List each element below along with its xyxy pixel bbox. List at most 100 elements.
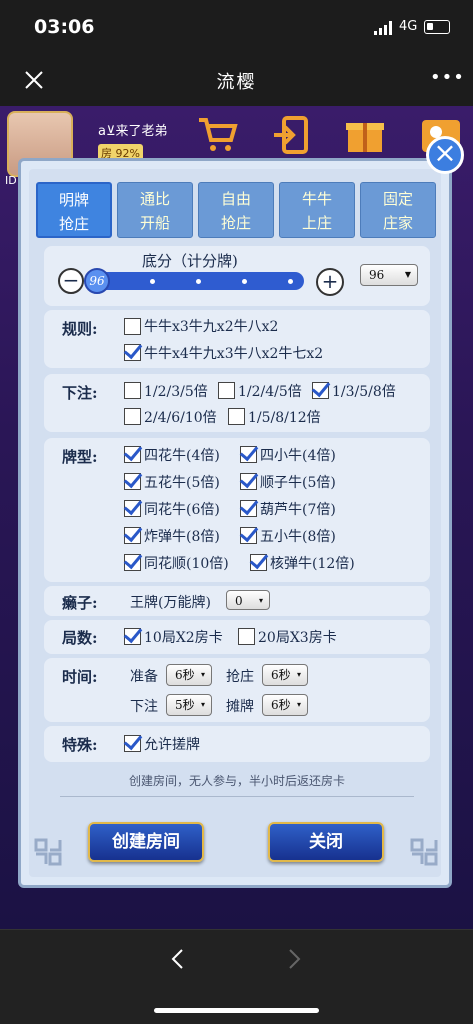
grab-select[interactable]: 6秒 ▾ xyxy=(262,664,308,686)
base-score-label: 底分（计分牌) xyxy=(142,252,238,270)
tab-label: 明牌 xyxy=(58,191,89,209)
cardtype-option: 五小牛(8倍) xyxy=(260,529,336,545)
divider xyxy=(60,796,414,799)
score-slider[interactable] xyxy=(86,272,304,290)
back-icon[interactable] xyxy=(168,948,188,970)
ready-label: 准备 xyxy=(130,669,158,685)
create-room-button[interactable]: 创建房间 xyxy=(88,822,204,862)
base-score-select[interactable]: 96 ▼ xyxy=(360,264,418,286)
cardtype-checkbox-6[interactable] xyxy=(240,500,257,517)
cardtype-checkbox-3[interactable] xyxy=(124,473,141,490)
rule-checkbox-2[interactable] xyxy=(124,344,141,361)
chevron-down-icon: ▼ xyxy=(404,270,411,279)
rounds-checkbox-1[interactable] xyxy=(124,628,141,645)
tab-tongbi[interactable]: 通比 开船 xyxy=(117,182,193,238)
tab-mingpai[interactable]: 明牌 抢庄 xyxy=(36,182,112,238)
bet-checkbox-5[interactable] xyxy=(228,408,245,425)
bet-row: 下注: 1/2/3/5倍 1/2/4/5倍 1/3/5/8倍 2/4/6/10倍… xyxy=(44,374,430,432)
bet-option-1: 1/2/3/5倍 xyxy=(144,384,208,400)
select-value: 0 xyxy=(235,594,243,608)
wild-text: 王牌(万能牌) xyxy=(130,595,211,611)
cardtype-checkbox-9[interactable] xyxy=(124,554,141,571)
dialog-close-button[interactable]: × xyxy=(426,136,464,174)
bet-option-4: 2/4/6/10倍 xyxy=(144,410,217,426)
tab-guding[interactable]: 固定 庄家 xyxy=(360,182,436,238)
gift-icon[interactable] xyxy=(344,114,386,156)
rule-checkbox-1[interactable] xyxy=(124,318,141,335)
bet-checkbox-4[interactable] xyxy=(124,408,141,425)
cardtype-checkbox-7[interactable] xyxy=(124,527,141,544)
rounds-option-2: 20局X3房卡 xyxy=(258,630,337,646)
page-title: 流樱 xyxy=(216,72,257,93)
tab-ziyou[interactable]: 自由 抢庄 xyxy=(198,182,274,238)
clock: 03:06 xyxy=(34,16,95,38)
card-types-row: 牌型: 四花牛(4倍) 四小牛(4倍) 五花牛(5倍) 顺子牛(5倍) 同花牛(… xyxy=(44,438,430,582)
slider-dot xyxy=(150,279,155,284)
rounds-label: 局数: xyxy=(62,629,98,647)
forward-icon[interactable] xyxy=(284,948,304,970)
show-label: 摊牌 xyxy=(226,699,254,715)
navigation-bar: 流樱 ••• xyxy=(0,56,473,106)
bet-time-select[interactable]: 5秒 ▾ xyxy=(166,694,212,716)
wild-label: 癞子: xyxy=(62,594,98,612)
special-checkbox[interactable] xyxy=(124,735,141,752)
chevron-down-icon: ▾ xyxy=(200,700,205,709)
tab-label: 自由 xyxy=(220,190,251,208)
tab-niuniu[interactable]: 牛牛 上庄 xyxy=(279,182,355,238)
ornament-icon xyxy=(34,838,62,866)
more-icon[interactable]: ••• xyxy=(430,68,464,92)
player-name: a⊻来了老弟 xyxy=(98,124,168,139)
bet-checkbox-3[interactable] xyxy=(312,382,329,399)
select-value: 6秒 xyxy=(271,698,291,712)
cardtype-checkbox-10[interactable] xyxy=(250,554,267,571)
cardtype-option: 四花牛(4倍) xyxy=(144,448,220,464)
minus-button[interactable]: − xyxy=(58,268,84,294)
status-bar: 03:06 4G xyxy=(0,0,473,56)
login-icon[interactable] xyxy=(270,114,312,156)
rounds-checkbox-2[interactable] xyxy=(238,628,255,645)
network-label: 4G xyxy=(399,19,418,34)
shop-cart-icon[interactable] xyxy=(196,114,238,156)
card-types-label: 牌型: xyxy=(62,448,98,466)
close-button[interactable]: 关闭 xyxy=(268,822,384,862)
cardtype-option: 葫芦牛(7倍) xyxy=(260,502,336,518)
home-indicator[interactable] xyxy=(154,1008,319,1013)
ornament-icon xyxy=(410,838,438,866)
show-select[interactable]: 6秒 ▾ xyxy=(262,694,308,716)
chevron-down-icon: ▾ xyxy=(296,670,301,679)
rounds-option-1: 10局X2房卡 xyxy=(144,630,223,646)
grab-label: 抢庄 xyxy=(226,669,254,685)
base-score-row: 底分（计分牌) − 96 + 96 ▼ xyxy=(44,246,430,306)
cardtype-checkbox-2[interactable] xyxy=(240,446,257,463)
rounds-row: 局数: 10局X2房卡 20局X3房卡 xyxy=(44,620,430,654)
chevron-down-icon: ▾ xyxy=(258,596,263,605)
select-value: 5秒 xyxy=(175,698,195,712)
tab-label: 开船 xyxy=(139,214,170,232)
wild-select[interactable]: 0 ▾ xyxy=(226,590,270,610)
bet-checkbox-2[interactable] xyxy=(218,382,235,399)
bet-checkbox-1[interactable] xyxy=(124,382,141,399)
bet-option-2: 1/2/4/5倍 xyxy=(238,384,302,400)
chevron-down-icon: ▾ xyxy=(296,700,301,709)
time-row: 时间: 准备 6秒 ▾ 抢庄 6秒 ▾ 下注 5秒 ▾ 摊牌 6秒 ▾ xyxy=(44,658,430,722)
bet-label: 下注: xyxy=(62,384,98,402)
cardtype-option: 同花牛(6倍) xyxy=(144,502,220,518)
slider-dot xyxy=(242,279,247,284)
select-value: 6秒 xyxy=(271,668,291,682)
tab-label: 抢庄 xyxy=(58,215,89,233)
battery-icon xyxy=(424,20,450,34)
cardtype-checkbox-8[interactable] xyxy=(240,527,257,544)
select-value: 96 xyxy=(369,268,385,282)
cardtype-checkbox-4[interactable] xyxy=(240,473,257,490)
slider-thumb[interactable]: 96 xyxy=(84,268,110,294)
cardtype-checkbox-5[interactable] xyxy=(124,500,141,517)
special-label: 特殊: xyxy=(62,736,98,754)
cardtype-checkbox-1[interactable] xyxy=(124,446,141,463)
ready-select[interactable]: 6秒 ▾ xyxy=(166,664,212,686)
rule-option-1: 牛牛x3牛九x2牛八x2 xyxy=(144,319,279,335)
select-value: 6秒 xyxy=(175,668,195,682)
tab-label: 固定 xyxy=(382,190,413,208)
bet-option-3: 1/3/5/8倍 xyxy=(332,384,396,400)
tab-label: 通比 xyxy=(139,190,170,208)
plus-button[interactable]: + xyxy=(316,268,344,296)
